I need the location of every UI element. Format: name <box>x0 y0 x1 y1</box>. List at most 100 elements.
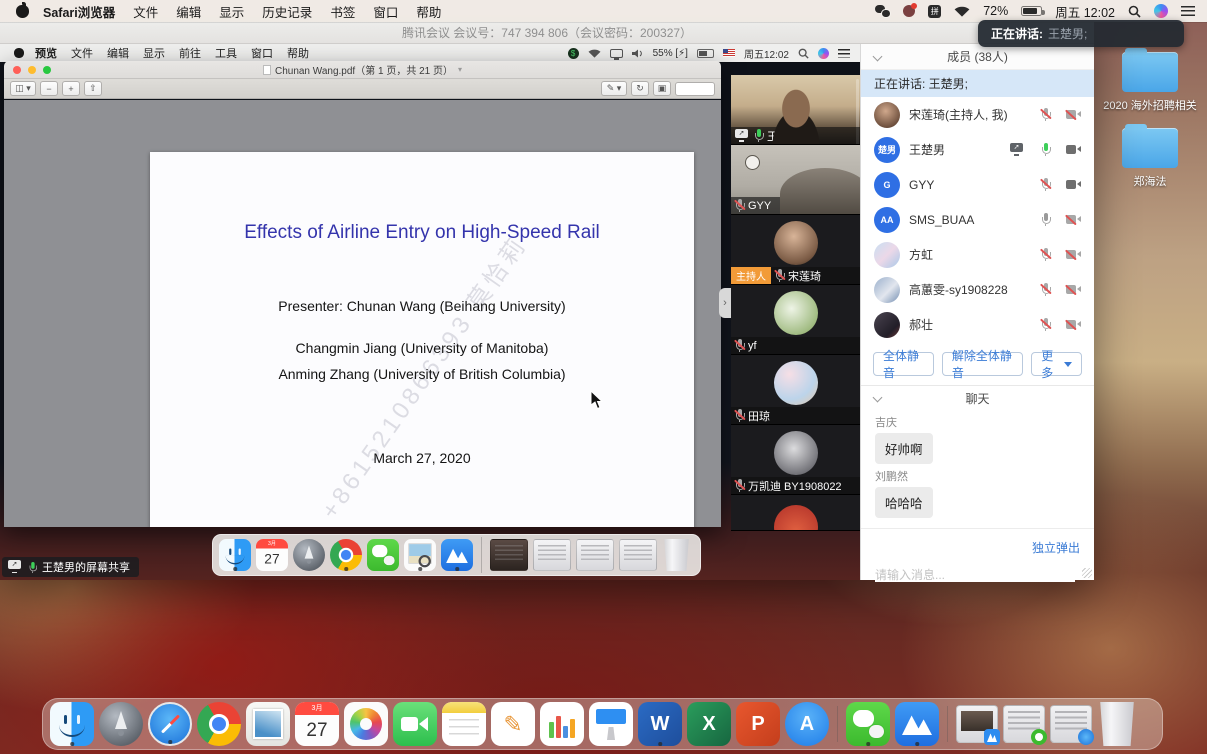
dock-excel-icon[interactable]: X <box>687 702 731 746</box>
menubar-item-view[interactable]: 显示 <box>219 2 244 21</box>
dock-wechat-icon[interactable] <box>367 539 399 571</box>
toolbox-button[interactable]: ▣ <box>653 81 671 96</box>
menubar-item-help[interactable]: 帮助 <box>416 2 441 21</box>
dock-wechat-icon[interactable] <box>846 702 890 746</box>
meeting-titlebar[interactable]: 腾讯会议 会议号：747 394 806（会议密码：200327） <box>0 22 1094 44</box>
minimize-button[interactable] <box>28 66 36 74</box>
input-source-icon[interactable]: 拼 <box>928 5 941 18</box>
dock-safari-icon[interactable] <box>148 702 192 746</box>
member-row[interactable]: G GYY <box>861 167 1094 202</box>
menubar-app-name[interactable]: Safari浏览器 <box>43 2 115 21</box>
folder-icon[interactable] <box>1122 128 1178 168</box>
video-tile[interactable]: 万凯迪 BY1908022 <box>731 425 860 495</box>
camera-on-icon[interactable] <box>1066 180 1081 190</box>
video-tile[interactable]: GYY <box>731 145 860 215</box>
zoom-out-button[interactable]: − <box>40 81 58 96</box>
dock-pages-icon[interactable]: ✎ <box>491 702 535 746</box>
dock-launchpad-icon[interactable] <box>293 539 325 571</box>
dock-meeting-icon[interactable] <box>895 702 939 746</box>
screen-share-icon[interactable] <box>1010 144 1025 156</box>
wechat-status-icon[interactable] <box>875 5 890 17</box>
video-tile[interactable]: 田琼 <box>731 355 860 425</box>
dock-keynote-icon[interactable] <box>589 702 633 746</box>
camera-off-icon[interactable] <box>1066 285 1081 295</box>
window-controls[interactable] <box>13 66 51 74</box>
mic-on-icon[interactable] <box>1041 143 1050 156</box>
dock-finder-icon[interactable] <box>219 539 251 571</box>
mic-muted-icon[interactable] <box>1041 178 1050 191</box>
menubar-item-window[interactable]: 窗口 <box>373 2 398 21</box>
dock-meeting-icon[interactable] <box>441 539 473 571</box>
pdf-titlebar[interactable]: Chunan Wang.pdf（第 1 页，共 21 页） ▾ <box>4 61 721 79</box>
dock-launchpad-icon[interactable] <box>99 702 143 746</box>
rotate-button[interactable]: ↻ <box>631 81 649 96</box>
dock-calendar-icon[interactable]: 3月27 <box>256 539 288 571</box>
video-panel-collapse-handle[interactable]: › <box>719 288 731 318</box>
zoom-button[interactable] <box>43 66 51 74</box>
video-tile-partial[interactable] <box>731 495 860 531</box>
mute-all-button[interactable]: 全体静音 <box>873 352 934 376</box>
spotlight-icon[interactable] <box>1128 5 1141 18</box>
dock-notes-icon[interactable] <box>442 702 486 746</box>
dock-mail-icon[interactable] <box>246 702 290 746</box>
dock-word-icon[interactable]: W <box>638 702 682 746</box>
mic-muted-icon[interactable] <box>1041 318 1050 331</box>
video-tile[interactable]: 主持人 宋莲琦 <box>731 215 860 285</box>
camera-on-icon[interactable] <box>1066 145 1081 155</box>
desktop-folder-zhenghaifa[interactable]: 郑海法 <box>1092 128 1207 189</box>
unmute-all-button[interactable]: 解除全体静音 <box>942 352 1023 376</box>
dock-calendar-icon[interactable]: 3月 27 <box>295 702 339 746</box>
menubar-item-history[interactable]: 历史记录 <box>262 2 312 21</box>
title-chevron-icon[interactable]: ▾ <box>458 65 462 74</box>
member-row[interactable]: 高蕙雯-sy1908228 <box>861 272 1094 307</box>
dock-chrome-icon[interactable] <box>197 702 241 746</box>
markup-button[interactable]: ✎ ▾ <box>601 81 627 96</box>
popout-link[interactable]: 独立弹出 <box>1032 541 1080 555</box>
share-button[interactable]: ⇧ <box>84 81 102 96</box>
mic-muted-icon[interactable] <box>1041 108 1050 121</box>
dock-appstore-icon[interactable]: A <box>785 702 829 746</box>
dock-trash-icon[interactable] <box>662 539 694 571</box>
minimized-meeting-window[interactable] <box>956 705 998 743</box>
resize-grip[interactable] <box>1082 568 1092 578</box>
close-button[interactable] <box>13 66 21 74</box>
minimized-wechat-window[interactable] <box>1003 705 1045 743</box>
menubar-clock[interactable]: 周五 12:02 <box>1055 2 1115 21</box>
chat-header[interactable]: 聊天 <box>861 385 1094 410</box>
dock-powerpoint-icon[interactable]: P <box>736 702 780 746</box>
dock-facetime-icon[interactable] <box>393 702 437 746</box>
member-row[interactable]: 宋莲琦(主持人, 我) <box>861 97 1094 132</box>
camera-off-icon[interactable] <box>1066 320 1081 330</box>
dock-chrome-icon[interactable] <box>330 539 362 571</box>
collapse-chevron-icon[interactable] <box>873 393 883 403</box>
chat-input[interactable] <box>875 568 1075 582</box>
member-row[interactable]: 郝壮 <box>861 307 1094 342</box>
video-tile[interactable]: 王楚男 <box>731 75 860 145</box>
notification-center-icon[interactable] <box>1181 6 1195 16</box>
video-tile[interactable]: yf <box>731 285 860 355</box>
desktop-folder-recruit[interactable]: 2020 海外招聘相关 <box>1092 52 1207 113</box>
minimized-safari-window[interactable] <box>1050 705 1092 743</box>
menubar-item-bookmarks[interactable]: 书签 <box>330 2 355 21</box>
menubar-item-file[interactable]: 文件 <box>133 2 158 21</box>
apple-menu-icon[interactable] <box>16 5 29 18</box>
camera-off-icon[interactable] <box>1066 215 1081 225</box>
member-row[interactable]: AA SMS_BUAA <box>861 202 1094 237</box>
pdf-search-input[interactable] <box>675 82 715 96</box>
zoom-in-button[interactable]: + <box>62 81 80 96</box>
camera-off-icon[interactable] <box>1066 250 1081 260</box>
member-row[interactable]: 方虹 <box>861 237 1094 272</box>
dock-preview-icon[interactable] <box>404 539 436 571</box>
members-header[interactable]: 成员 (38人) <box>861 44 1094 70</box>
siri-icon[interactable] <box>1154 4 1168 18</box>
more-button[interactable]: 更多 <box>1031 352 1082 376</box>
folder-icon[interactable] <box>1122 52 1178 92</box>
sidebar-view-button[interactable]: ◫ ▾ <box>10 81 36 96</box>
minimized-window[interactable] <box>619 539 657 571</box>
dock-finder-icon[interactable] <box>50 702 94 746</box>
mic-muted-icon[interactable] <box>1041 283 1050 296</box>
dock-trash-icon[interactable] <box>1097 702 1137 746</box>
minimized-window[interactable] <box>533 539 571 571</box>
mic-muted-icon[interactable] <box>1041 248 1050 261</box>
camera-off-icon[interactable] <box>1066 110 1081 120</box>
